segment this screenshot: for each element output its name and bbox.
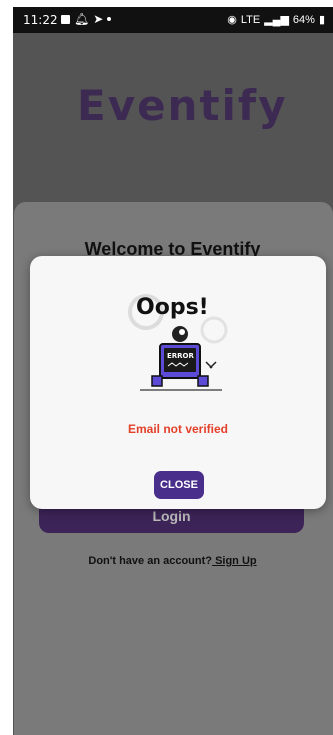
hotspot-icon: ◉ [227,14,237,26]
status-time: 11:22 [23,13,58,27]
status-bar: 11:22 🔔︎ ➤ ◉ LTE ▂▄▆ 64% ▮ [13,7,333,33]
lte-icon: LTE [240,13,261,26]
system-icons: ◉ LTE ▂▄▆ 64% ▮ [227,13,325,27]
notification-icons: 🔔︎ ➤ [61,12,112,26]
battery-percent: 64% [292,13,315,26]
error-badge-text: ERROR [167,352,195,360]
signal-icon: ▂▄▆ [264,14,289,26]
signup-link[interactable]: Sign Up [212,555,257,567]
signup-prompt: Don't have an account? [88,555,213,567]
more-notifications-icon [107,17,112,21]
signup-row: Don't have an account? Sign Up [13,555,332,567]
oops-text: Oops! [136,295,209,320]
error-dialog: Oops! ERROR Email not verified CLOSE [30,256,326,509]
eventify-logo: Eventify [77,81,288,130]
battery-icon: ▮ [318,14,325,26]
send-icon: ➤ [93,12,104,26]
close-button[interactable]: CLOSE [154,471,204,499]
screen: 11:22 🔔︎ ➤ ◉ LTE ▂▄▆ 64% ▮ Eventify Welc… [13,7,333,735]
phone-frame: 11:22 🔔︎ ➤ ◉ LTE ▂▄▆ 64% ▮ Eventify Welc… [0,0,333,735]
error-message: Email not verified [127,422,229,436]
photo-notification-icon [61,14,70,24]
error-illustration-icon: Oops! ERROR [128,294,228,391]
bell-icon: 🔔︎ [74,12,90,26]
